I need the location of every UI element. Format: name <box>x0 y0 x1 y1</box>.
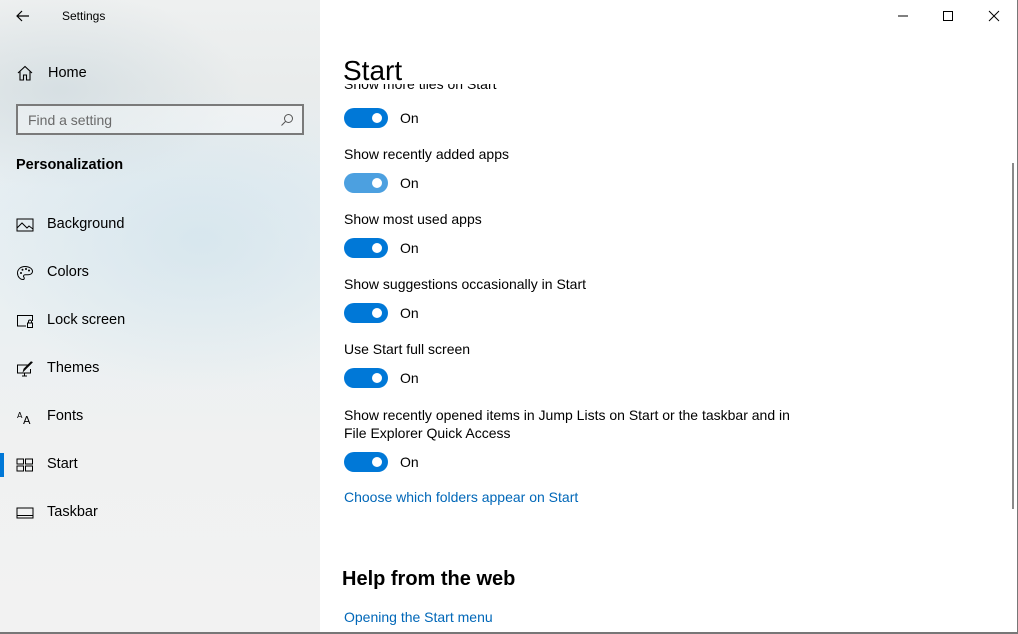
sidebar-item-start[interactable]: Start <box>0 445 320 485</box>
setting-label: Show suggestions occasionally in Start <box>344 276 587 292</box>
toggle-switch[interactable] <box>344 452 388 472</box>
back-button[interactable] <box>12 4 36 28</box>
home-link[interactable]: Home <box>16 62 87 84</box>
scrollbar-thumb[interactable] <box>1012 163 1014 509</box>
toggle-show-recently-added[interactable]: On <box>344 172 419 194</box>
minimize-button[interactable] <box>880 0 926 32</box>
fonts-icon: AA <box>16 409 34 427</box>
toggle-jump-lists[interactable]: On <box>344 451 419 473</box>
sidebar-item-label: Fonts <box>47 408 84 424</box>
sidebar: Settings Home Personalization Background… <box>0 0 320 634</box>
maximize-icon <box>943 11 953 21</box>
sidebar-item-taskbar[interactable]: Taskbar <box>0 493 320 533</box>
toggle-switch[interactable] <box>344 238 388 258</box>
lock-screen-icon <box>16 313 34 329</box>
toggle-state: On <box>400 175 419 191</box>
home-icon <box>17 65 33 81</box>
sidebar-item-colors[interactable]: Colors <box>0 253 320 293</box>
toggle-switch[interactable] <box>344 108 388 128</box>
taskbar-icon <box>16 505 34 521</box>
toggle-state: On <box>400 370 419 386</box>
sidebar-item-lock-screen[interactable]: Lock screen <box>0 301 320 341</box>
sidebar-item-label: Lock screen <box>47 312 126 328</box>
search-input[interactable] <box>28 111 280 128</box>
setting-label: Show most used apps <box>344 211 482 227</box>
back-arrow-icon <box>16 10 29 22</box>
image-icon <box>16 217 34 233</box>
toggle-show-most-used[interactable]: On <box>344 237 419 259</box>
setting-label: Use Start full screen <box>344 341 471 357</box>
toggle-switch[interactable] <box>344 368 388 388</box>
section-title: Personalization <box>16 157 124 173</box>
toggle-show-more-tiles[interactable]: On <box>344 107 419 129</box>
toggle-show-suggestions[interactable]: On <box>344 302 419 324</box>
start-icon <box>16 457 34 473</box>
close-button[interactable] <box>971 0 1017 32</box>
sidebar-item-label: Colors <box>47 264 89 280</box>
toggle-switch[interactable] <box>344 303 388 323</box>
toggle-full-screen[interactable]: On <box>344 367 419 389</box>
close-icon <box>988 10 1000 22</box>
toggle-state: On <box>400 454 419 470</box>
setting-label-line2: File Explorer Quick Access <box>344 425 511 441</box>
help-link-opening-start[interactable]: Opening the Start menu <box>344 609 493 625</box>
app-title: Settings <box>62 9 106 23</box>
home-label: Home <box>48 65 87 81</box>
sidebar-item-fonts[interactable]: AA Fonts <box>0 397 320 437</box>
search-box[interactable] <box>16 104 304 135</box>
sidebar-item-label: Background <box>47 216 125 232</box>
toggle-state: On <box>400 305 419 321</box>
themes-icon <box>16 361 34 377</box>
sidebar-item-themes[interactable]: Themes <box>0 349 320 389</box>
maximize-button[interactable] <box>925 0 971 32</box>
palette-icon <box>16 265 34 281</box>
search-icon[interactable] <box>280 113 294 127</box>
svg-text:A: A <box>23 414 31 425</box>
choose-folders-link[interactable]: Choose which folders appear on Start <box>344 489 578 505</box>
sidebar-item-label: Taskbar <box>47 504 98 520</box>
toggle-state: On <box>400 110 419 126</box>
selected-indicator <box>0 453 4 477</box>
sidebar-item-label: Themes <box>47 360 100 376</box>
sidebar-item-background[interactable]: Background <box>0 205 320 245</box>
help-heading: Help from the web <box>342 568 516 590</box>
toggle-state: On <box>400 240 419 256</box>
setting-label: Show recently opened items in Jump Lists… <box>344 407 790 423</box>
toggle-switch[interactable] <box>344 173 388 193</box>
setting-label: Show recently added apps <box>344 146 509 162</box>
main-content: Start Show more tiles on Start On Show r… <box>320 0 1018 634</box>
sidebar-item-label: Start <box>47 456 78 472</box>
minimize-icon <box>898 15 908 17</box>
page-title: Start <box>343 55 403 86</box>
setting-label-clipped: Show more tiles on Start <box>344 84 497 92</box>
